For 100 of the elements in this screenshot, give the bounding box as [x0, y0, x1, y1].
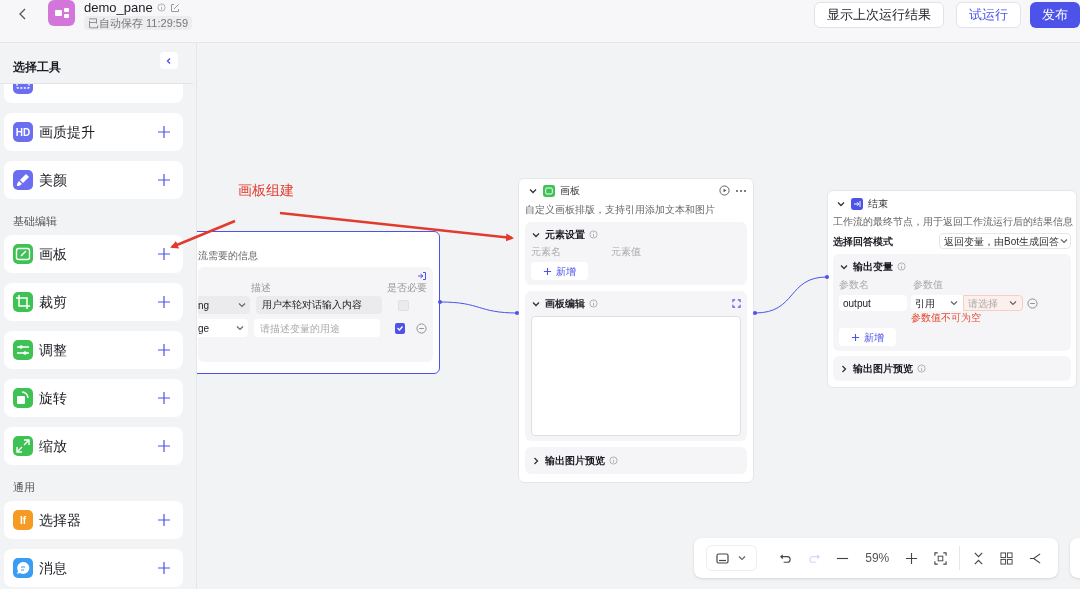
- plus-icon: [851, 332, 860, 342]
- add-icon[interactable]: [158, 392, 170, 404]
- node-description: 流需要的信息: [198, 250, 259, 262]
- add-icon[interactable]: [158, 440, 170, 452]
- if-icon: If: [13, 510, 33, 530]
- exit-icon: [851, 197, 863, 210]
- collapse-button[interactable]: [160, 52, 178, 69]
- hd-icon: HD: [13, 122, 33, 142]
- column-label: 元素名: [531, 245, 562, 259]
- zoom-level: 59%: [864, 550, 891, 567]
- tool-card[interactable]: 调整: [4, 331, 183, 369]
- error-message: 参数值不可为空: [911, 312, 982, 324]
- field-label: 选择回答模式: [833, 234, 893, 249]
- section-title: 元素设置: [545, 228, 585, 242]
- edit-icon[interactable]: [169, 2, 180, 13]
- add-icon[interactable]: [158, 126, 170, 138]
- more-icon[interactable]: [735, 188, 747, 193]
- add-button[interactable]: 新增: [531, 262, 588, 280]
- section-heading: 通用: [12, 481, 36, 494]
- tool-card[interactable]: If 选择器: [4, 501, 183, 539]
- chevron-down-icon: [1059, 236, 1069, 246]
- collapse-icon[interactable]: [971, 551, 985, 565]
- plus-icon: [543, 266, 552, 276]
- add-button[interactable]: 新增: [839, 328, 896, 346]
- type-select[interactable]: ge: [198, 319, 248, 337]
- publish-button[interactable]: 发布: [1030, 2, 1080, 28]
- description-field: 用户本轮对话输入内容: [256, 296, 382, 314]
- grid-icon[interactable]: [1000, 551, 1014, 565]
- tool-card[interactable]: 画板: [4, 235, 183, 273]
- node-title: 画板: [560, 184, 580, 198]
- fit-view-icon[interactable]: [933, 551, 947, 565]
- toolbar-button[interactable]: 试运行: [956, 2, 1021, 28]
- chevron-down-icon: [1008, 298, 1018, 308]
- column-label: 元素值: [611, 245, 641, 259]
- start-node[interactable]: 流需要的信息 描述 是否必要 ng 用户本轮对话输入内容 ge 请描述变量的用途: [197, 231, 440, 374]
- tool-card[interactable]: 旋转: [4, 379, 183, 417]
- tool-label: 选择器: [39, 510, 82, 530]
- toolbar-button[interactable]: 显示上次运行结果: [814, 2, 944, 28]
- panel-title: 选择工具: [13, 59, 61, 76]
- add-icon[interactable]: [158, 344, 170, 356]
- tool-card[interactable]: 缩放: [4, 427, 183, 465]
- add-icon[interactable]: [158, 514, 170, 526]
- info-icon: [917, 364, 926, 373]
- checkbox[interactable]: [394, 322, 406, 334]
- parameter-name-field[interactable]: output: [839, 295, 907, 311]
- play-icon[interactable]: [719, 185, 730, 196]
- column-label: 描述: [251, 283, 273, 293]
- monitor-icon: [716, 552, 730, 564]
- chevron-left-icon: [165, 56, 173, 65]
- section-title: 输出图片预览: [545, 454, 605, 468]
- column-label: 参数值: [913, 278, 943, 292]
- tool-card[interactable]: 消息: [4, 549, 183, 587]
- tool-card[interactable]: 美颜: [4, 161, 183, 199]
- chevron-down-icon: [949, 298, 959, 308]
- section-title: 输出图片预览: [853, 362, 913, 376]
- info-icon: [156, 3, 166, 12]
- node-description: 自定义画板排版，支持引用添加文本和图片: [525, 204, 716, 216]
- add-icon[interactable]: [158, 296, 170, 308]
- annotation-arrow: [170, 219, 236, 249]
- chevron-right-icon[interactable]: [531, 455, 541, 466]
- node-description: 工作流的最终节点，用于返回工作流运行后的结果信息: [833, 216, 1071, 228]
- tool-label: 裁剪: [39, 292, 68, 312]
- fullscreen-icon[interactable]: [732, 299, 741, 308]
- tool-label: 美颜: [39, 170, 68, 190]
- app-title: demo_pane: [84, 0, 153, 15]
- section-heading: 基础编辑: [12, 215, 58, 228]
- display-mode-dropdown[interactable]: [706, 545, 758, 571]
- end-node[interactable]: 结束 工作流的最终节点，用于返回工作流运行后的结果信息 选择回答模式 返回变量，由Bot生成回答 输出变量 参数名 参数值 output 引用 请选择 参数值不可为空 新增 输出图片预览: [827, 190, 1077, 388]
- chevron-right-icon[interactable]: [839, 363, 849, 374]
- zoom-in-icon[interactable]: [905, 551, 919, 565]
- type-select: ng: [198, 296, 250, 314]
- tool-label: 调整: [39, 340, 68, 360]
- node-title: 结束: [868, 197, 888, 211]
- save-status: 已自动保存 11:29:59: [84, 16, 193, 30]
- mode-select[interactable]: 返回变量，由Bot生成回答: [939, 233, 1071, 249]
- remove-icon[interactable]: [416, 322, 427, 334]
- chevron-left-icon[interactable]: [1029, 551, 1043, 565]
- chevron-down-icon: [737, 553, 748, 563]
- chevron-down-icon: [234, 323, 245, 333]
- add-icon[interactable]: [158, 562, 170, 574]
- annotation-label: 画板组建: [238, 181, 294, 200]
- import-icon[interactable]: [417, 271, 427, 281]
- info-icon: [589, 299, 598, 308]
- add-icon[interactable]: [158, 174, 170, 186]
- info-icon: [589, 230, 598, 239]
- tool-card[interactable]: HD 画质提升: [4, 113, 183, 151]
- section-title: 输出变量: [853, 260, 893, 274]
- info-icon: [609, 456, 618, 465]
- board-node[interactable]: 画板 自定义画板排版，支持引用添加文本和图片 元素设置 元素名 元素值 新增 画板编辑 输出图片预览: [518, 178, 754, 483]
- source-select[interactable]: 引用: [911, 295, 963, 311]
- tool-label: 画质提升: [39, 122, 96, 142]
- tool-card[interactable]: 裁剪: [4, 283, 183, 321]
- section-title: 画板编辑: [545, 297, 585, 311]
- remove-icon[interactable]: [1027, 297, 1038, 309]
- board-icon: [543, 184, 555, 197]
- info-icon: [897, 262, 906, 271]
- column-label: 是否必要: [387, 283, 427, 293]
- description-field[interactable]: 请描述变量的用途: [253, 319, 380, 337]
- add-icon[interactable]: [158, 248, 170, 260]
- tool-label: 缩放: [39, 436, 68, 456]
